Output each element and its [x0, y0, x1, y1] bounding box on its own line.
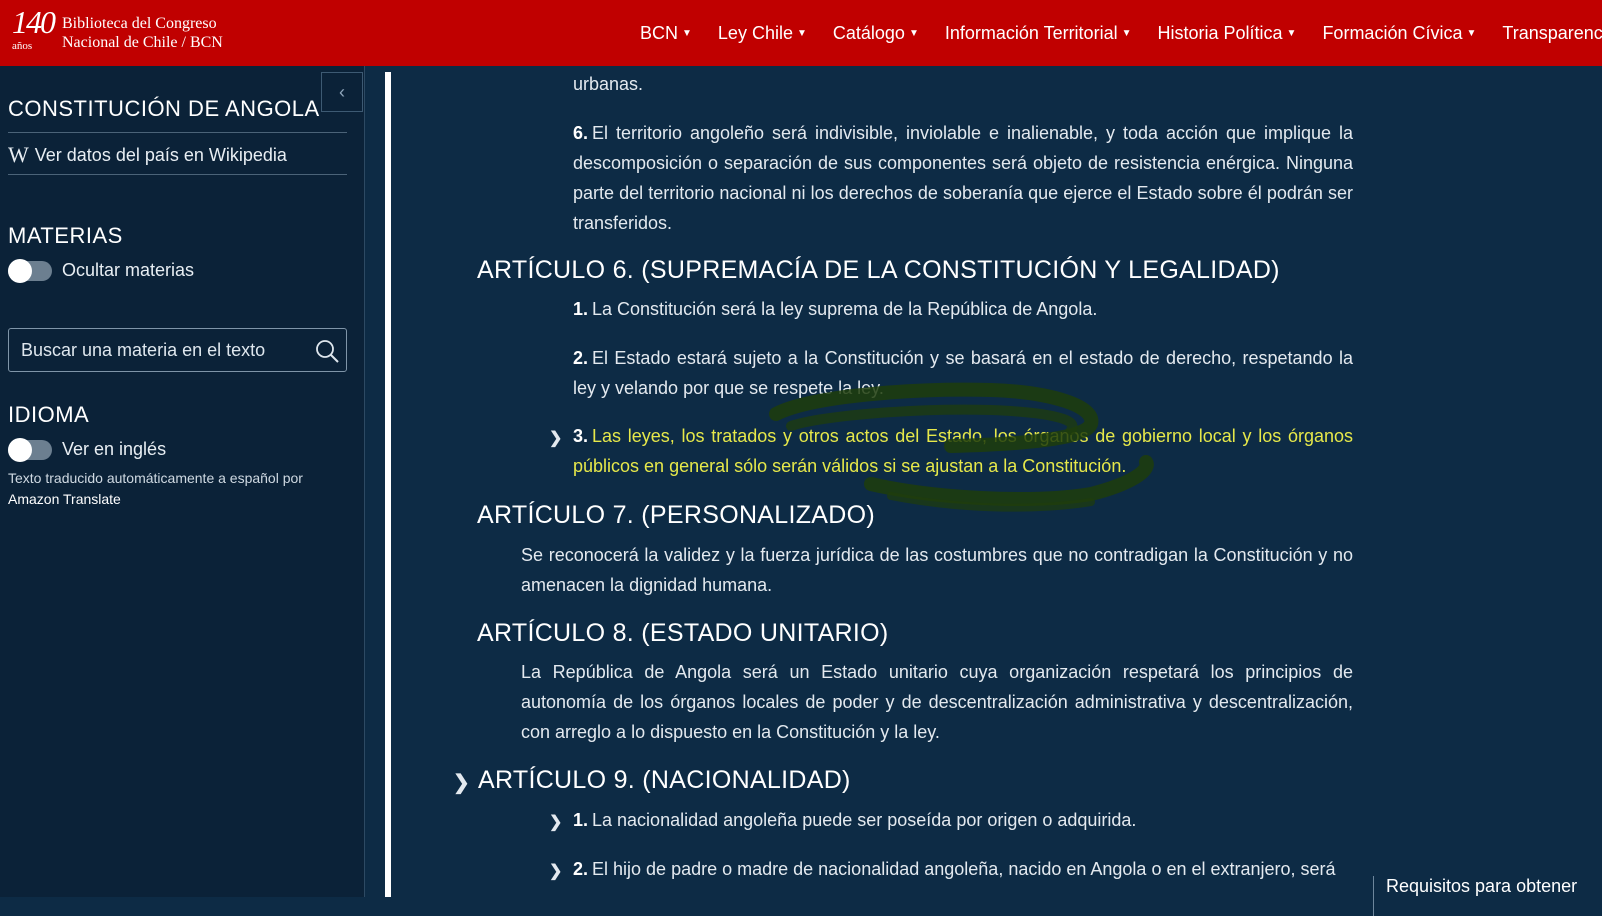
expand-chevron-icon[interactable]: ❯	[549, 812, 562, 832]
caret-down-icon: ▼	[1286, 27, 1297, 39]
paragraph-urbanas: urbanas.	[573, 74, 644, 94]
materias-toggle-row: Ocultar materias	[8, 258, 195, 283]
materia-search-input[interactable]	[9, 338, 313, 362]
toggle-knob	[8, 258, 32, 283]
art7-paragraph: Se reconocerá la validez y la fuerza jur…	[521, 545, 1353, 595]
article-7-title[interactable]: ARTÍCULO 7. (PERSONALIZADO)	[477, 501, 875, 530]
bcn-logo[interactable]: 140 años Biblioteca del Congreso Naciona…	[6, 4, 246, 60]
nav-catalogo[interactable]: Catálogo ▼	[833, 23, 919, 44]
paragraph-number: 1.	[573, 810, 589, 830]
nav-label: Catálogo	[832, 22, 905, 43]
expand-chevron-icon[interactable]: ❯	[549, 861, 562, 881]
article-9-title[interactable]: ARTÍCULO 9. (NACIONALIDAD)	[478, 766, 851, 795]
related-link[interactable]: Requisitos para obtener	[1373, 876, 1577, 916]
document-content: urbanas. 6. El territorio angoleño será i…	[391, 66, 1602, 897]
nav-historia-politica[interactable]: Historia Política ▼	[1157, 23, 1296, 44]
paragraph-text: El Estado estará sujeto a la Constitució…	[573, 348, 1353, 398]
paragraph-text: La nacionalidad angoleña puede ser poseí…	[592, 810, 1137, 830]
logo-number: 140	[12, 4, 56, 40]
sidebar: ‹ CONSTITUCIÓN DE ANGOLA W Ver datos del…	[0, 66, 365, 897]
collapse-sidebar-button[interactable]: ‹	[321, 72, 363, 112]
materias-heading: MATERIAS	[8, 223, 123, 248]
logo-line-1: Biblioteca del Congreso	[62, 15, 217, 32]
paragraph-number: 2.	[573, 859, 589, 879]
amazon-translate-link[interactable]: Amazon Translate	[8, 489, 338, 510]
art6-paragraph-1: 1. La Constitución será la ley suprema de…	[573, 294, 1353, 324]
caret-down-icon: ▼	[796, 27, 807, 39]
search-icon[interactable]	[314, 338, 340, 364]
art9-paragraph-1: 1. La nacionalidad angoleña puede ser pos…	[573, 805, 1353, 835]
nav-label: Ley Chile	[717, 22, 793, 43]
art6-paragraph-3: 3. Las leyes, los tratados y otros actos …	[573, 421, 1353, 481]
divider	[8, 132, 347, 133]
art6-paragraph-2: 2. El Estado estará sujeto a la Constituc…	[573, 343, 1353, 403]
translation-note: Texto traducido automáticamente a españo…	[8, 468, 338, 510]
chevron-left-icon: ‹	[339, 81, 345, 102]
translation-note-text: Texto traducido automáticamente a españo…	[8, 470, 303, 486]
nav-formacion-civica[interactable]: Formación Cívica ▼	[1322, 23, 1476, 44]
document-title: CONSTITUCIÓN DE ANGOLA	[8, 96, 320, 121]
paragraph-text: El territorio angoleño será indivisible,…	[573, 123, 1353, 233]
nav-label: BCN	[640, 22, 679, 43]
caret-down-icon: ▼	[1466, 27, 1477, 39]
expand-chevron-icon[interactable]: ❯	[549, 428, 562, 448]
paragraph-text: El hijo de padre o madre de nacionalidad…	[592, 859, 1336, 879]
main-nav: BCN ▼ Ley Chile ▼ Catálogo ▼ Información Te…	[640, 0, 1602, 66]
english-toggle-label: Ver en inglés	[62, 439, 167, 459]
idioma-heading: IDIOMA	[8, 402, 90, 427]
wikipedia-link[interactable]: W Ver datos del país en Wikipedia	[8, 142, 287, 168]
paragraph-number: 6.	[573, 123, 589, 143]
logo-line-2: Nacional de Chile / BCN	[62, 34, 223, 51]
nav-label: Transparencia	[1502, 22, 1602, 43]
wikipedia-link-label: Ver datos del país en Wikipedia	[34, 144, 287, 165]
expand-chevron-icon[interactable]: ❯	[453, 770, 470, 795]
highlighted-paragraph-text: Las leyes, los tratados y otros actos de…	[573, 426, 1353, 476]
top-bar: 140 años Biblioteca del Congreso Naciona…	[0, 0, 1602, 66]
logo-text: Biblioteca del Congreso Nacional de Chil…	[62, 14, 252, 52]
paragraph-number: 1.	[573, 299, 589, 319]
nav-ley-chile[interactable]: Ley Chile ▼	[718, 23, 807, 44]
nav-bcn[interactable]: BCN ▼	[640, 23, 692, 44]
art9-paragraph-2: 2. El hijo de padre o madre de nacionalid…	[573, 854, 1353, 884]
paragraph-text: La Constitución será la ley suprema de l…	[592, 299, 1098, 319]
nav-informacion-territorial[interactable]: Información Territorial ▼	[945, 23, 1132, 44]
hide-materias-label: Ocultar materias	[62, 260, 195, 280]
caret-down-icon: ▼	[908, 27, 919, 39]
article-8-title[interactable]: ARTÍCULO 8. (ESTADO UNITARIO)	[477, 619, 889, 648]
article-6-title[interactable]: ARTÍCULO 6. (SUPREMACÍA DE LA CONSTITUCI…	[477, 256, 1280, 285]
nav-label: Información Territorial	[944, 22, 1118, 43]
logo-sub: años	[12, 40, 33, 52]
nav-transparencia[interactable]: Transparencia	[1502, 23, 1602, 44]
caret-down-icon: ▼	[1121, 27, 1132, 39]
idioma-toggle-row: Ver en inglés	[8, 437, 167, 462]
english-toggle[interactable]	[8, 437, 52, 462]
nav-label: Historia Política	[1157, 22, 1283, 43]
toggle-knob	[8, 437, 32, 462]
wikipedia-icon: W	[8, 142, 29, 167]
materia-search-box	[8, 328, 347, 372]
hide-materias-toggle[interactable]	[8, 258, 52, 283]
caret-down-icon: ▼	[682, 27, 692, 39]
nav-label: Formación Cívica	[1322, 22, 1463, 43]
paragraph-number: 3.	[573, 426, 589, 446]
paragraph-number: 2.	[573, 348, 589, 368]
art5-paragraph-6: 6. El territorio angoleño será indivisibl…	[573, 118, 1353, 238]
divider	[8, 174, 347, 175]
art8-paragraph: La República de Angola será un Estado un…	[521, 662, 1353, 742]
